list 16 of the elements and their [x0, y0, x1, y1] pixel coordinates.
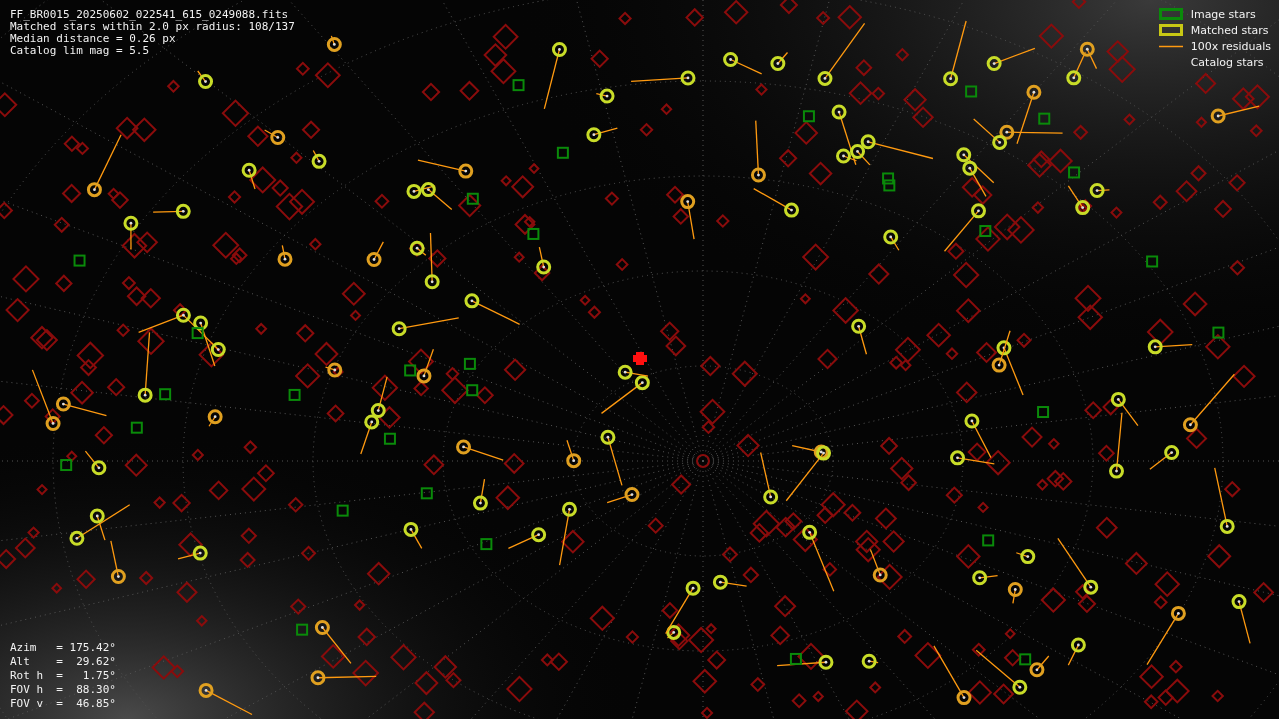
legend-label: 100x residuals [1190, 39, 1271, 53]
line-icon [1158, 44, 1183, 48]
info-text: Median distance = 0.26 px [10, 33, 177, 45]
square-outline-icon [1158, 8, 1183, 20]
info-text: Catalog lim mag = 5.5 [10, 45, 151, 57]
pointing-text: FOV v = 46.85° [10, 697, 116, 711]
square-outline-icon [1158, 24, 1183, 36]
legend-label: Catalog stars [1190, 55, 1264, 69]
legend-label: Image stars [1190, 7, 1256, 21]
pointing-text: FOV h = 88.30° [10, 683, 116, 697]
info-text: Matched stars within 2.0 px radius: 108/137 [10, 21, 295, 33]
pointing-text: Azim = 175.42° [10, 641, 116, 655]
pointing-text: Alt = 29.62° [10, 655, 116, 669]
pointing-text: Rot h = 1.75° [10, 669, 116, 683]
info-text: FF_BR0015_20250602_022541_615_0249088.fits [10, 9, 290, 21]
legend-label: Matched stars [1190, 23, 1269, 37]
